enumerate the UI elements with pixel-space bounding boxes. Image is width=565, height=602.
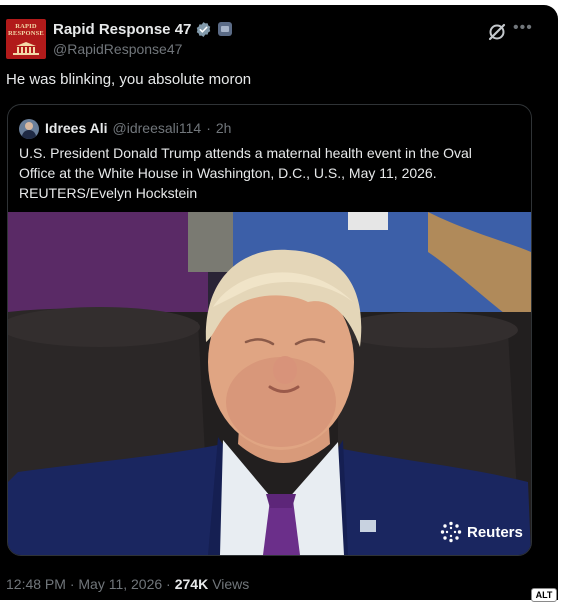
verified-badge-icon bbox=[197, 21, 211, 37]
quoted-post-text: U.S. President Donald Trump attends a ma… bbox=[19, 143, 509, 203]
author-handle[interactable]: @RapidResponse47 bbox=[53, 41, 182, 57]
reuters-logo-icon bbox=[440, 521, 462, 543]
views-count: 274K bbox=[174, 576, 209, 592]
quoted-post-time[interactable]: 2h bbox=[216, 120, 232, 136]
white-house-icon bbox=[13, 42, 39, 55]
quoted-text-line-1: U.S. President Donald Trump attends a ma… bbox=[19, 145, 472, 161]
reuters-wordmark: Reuters bbox=[467, 523, 523, 541]
tweet-card: RAPID RESPONSE Rapid Response 47 @RapidR… bbox=[0, 5, 558, 600]
avatar-line-2: RESPONSE bbox=[8, 30, 44, 37]
author-name-row: Rapid Response 47 bbox=[53, 19, 233, 39]
quoted-text-line-3: REUTERS/Evelyn Hockstein bbox=[19, 185, 198, 201]
government-affiliate-icon[interactable] bbox=[218, 22, 233, 36]
post-metadata: 12:48 PM · May 11, 2026 · 274K Views bbox=[6, 576, 249, 592]
quoted-separator: · bbox=[206, 120, 211, 136]
author-avatar[interactable]: RAPID RESPONSE bbox=[6, 19, 46, 59]
quoted-post[interactable]: Idrees Ali @idreesali114 · 2h U.S. Presi… bbox=[7, 104, 532, 556]
author-display-name[interactable]: Rapid Response 47 bbox=[53, 21, 191, 38]
quoted-author-handle[interactable]: @idreesali114 bbox=[113, 120, 202, 136]
avatar-line-1: RAPID bbox=[15, 23, 37, 30]
views-label: Views bbox=[212, 576, 250, 592]
quoted-author-avatar[interactable] bbox=[19, 119, 39, 139]
reuters-watermark: Reuters bbox=[440, 521, 523, 543]
quoted-post-header: Idrees Ali @idreesali114 · 2h bbox=[45, 120, 231, 136]
grok-icon[interactable] bbox=[487, 22, 507, 42]
quoted-post-photo[interactable] bbox=[8, 212, 531, 555]
quoted-text-line-2: Office at the White House in Washington,… bbox=[19, 165, 437, 181]
tweet-text: He was blinking, you absolute moron bbox=[6, 71, 252, 88]
more-options-icon[interactable]: ••• bbox=[513, 19, 535, 39]
post-timestamp[interactable]: 12:48 PM · May 11, 2026 · bbox=[6, 576, 171, 592]
quoted-author-name[interactable]: Idrees Ali bbox=[45, 120, 108, 136]
